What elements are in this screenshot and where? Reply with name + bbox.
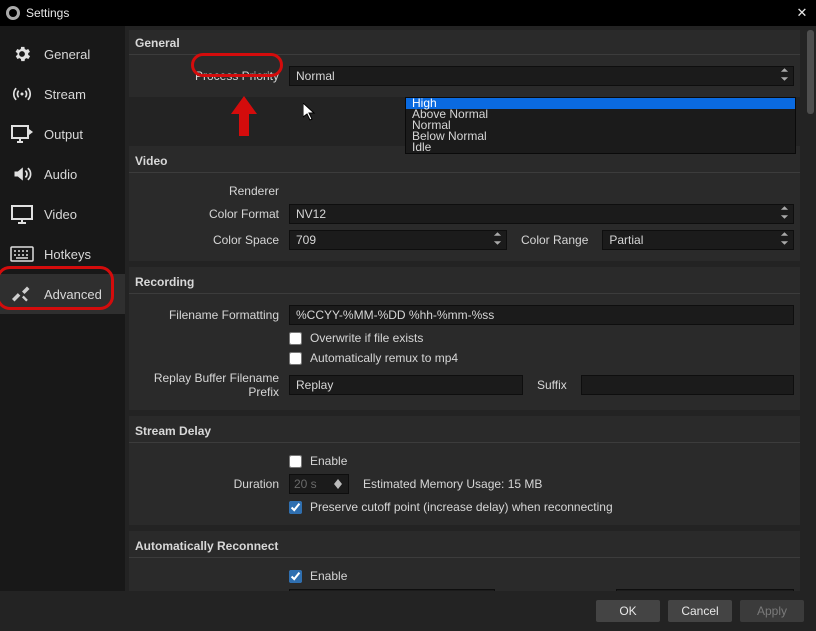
auto-remux-label: Automatically remux to mp4 [310, 351, 458, 365]
suffix-label: Suffix [529, 378, 575, 392]
color-range-combo[interactable]: Partial [602, 230, 794, 250]
sidebar-item-audio[interactable]: Audio [0, 154, 125, 194]
section-header-stream-delay: Stream Delay [129, 420, 800, 440]
stream-delay-enable-label: Enable [310, 454, 347, 468]
overwrite-checkbox[interactable] [289, 332, 302, 345]
window-title: Settings [26, 6, 69, 20]
color-range-value: Partial [609, 233, 643, 247]
monitor-arrow-icon [10, 124, 34, 144]
process-priority-value: Normal [296, 69, 335, 83]
color-range-label: Color Range [513, 233, 596, 247]
keyboard-icon [10, 244, 34, 264]
sidebar-label: General [44, 47, 90, 62]
sidebar-item-hotkeys[interactable]: Hotkeys [0, 234, 125, 274]
filename-formatting-input[interactable] [289, 305, 794, 325]
settings-scroll-area: General Process Priority Normal High Ab [125, 26, 804, 591]
speaker-icon [10, 164, 34, 184]
close-button[interactable]: ✕ [794, 5, 810, 21]
chevron-updown-icon [779, 232, 789, 249]
stream-delay-enable-checkbox[interactable] [289, 455, 302, 468]
sidebar-item-stream[interactable]: Stream [0, 74, 125, 114]
vertical-scrollbar[interactable] [804, 26, 816, 591]
preserve-cutoff-label: Preserve cutoff point (increase delay) w… [310, 500, 613, 514]
sidebar-item-output[interactable]: Output [0, 114, 125, 154]
auto-remux-checkbox[interactable] [289, 352, 302, 365]
color-space-label: Color Space [135, 233, 283, 247]
section-general: General Process Priority Normal [129, 30, 800, 97]
color-format-combo[interactable]: NV12 [289, 204, 794, 224]
titlebar: Settings ✕ [0, 0, 816, 26]
ok-button[interactable]: OK [596, 600, 660, 622]
suffix-input[interactable] [581, 375, 794, 395]
apply-button[interactable]: Apply [740, 600, 804, 622]
sidebar-label: Hotkeys [44, 247, 91, 262]
cancel-button[interactable]: Cancel [668, 600, 732, 622]
tools-icon [10, 284, 34, 304]
color-format-value: NV12 [296, 207, 326, 221]
chevron-updown-icon [779, 68, 789, 85]
color-space-value: 709 [296, 233, 316, 247]
replay-prefix-input[interactable] [289, 375, 523, 395]
preserve-cutoff-checkbox[interactable] [289, 501, 302, 514]
spin-buttons-icon[interactable] [334, 475, 346, 493]
reconnect-enable-label: Enable [310, 569, 347, 583]
sidebar-label: Output [44, 127, 83, 142]
sidebar: General Stream Output Audio [0, 26, 125, 591]
priority-option-below-normal[interactable]: Below Normal [406, 131, 795, 142]
filename-formatting-label: Filename Formatting [135, 308, 283, 322]
section-auto-reconnect: Automatically Reconnect Enable Retry Del… [129, 531, 800, 591]
duration-spin[interactable]: 20 s [289, 474, 349, 494]
color-space-combo[interactable]: 709 [289, 230, 507, 250]
annotation-arrow-icon [227, 96, 261, 141]
process-priority-combo[interactable]: Normal [289, 66, 794, 86]
section-recording: Recording Filename Formatting Overwrite … [129, 267, 800, 410]
section-stream-delay: Stream Delay Enable Duration 20 s Estima… [129, 416, 800, 525]
process-priority-label: Process Priority [135, 69, 283, 83]
replay-prefix-label: Replay Buffer Filename Prefix [135, 371, 283, 399]
spin-buttons-icon[interactable] [779, 590, 791, 591]
section-header-auto-reconnect: Automatically Reconnect [129, 535, 800, 555]
sidebar-label: Advanced [44, 287, 102, 302]
process-priority-dropdown[interactable]: High Above Normal Normal Below Normal Id… [405, 97, 796, 154]
spin-buttons-icon[interactable] [480, 590, 492, 591]
color-format-label: Color Format [135, 207, 283, 221]
monitor-icon [10, 204, 34, 224]
sidebar-label: Video [44, 207, 77, 222]
sidebar-item-video[interactable]: Video [0, 194, 125, 234]
reconnect-enable-checkbox[interactable] [289, 570, 302, 583]
dialog-footer: OK Cancel Apply [0, 591, 816, 631]
section-video: Video Renderer Color Format NV12 Color S… [129, 146, 800, 261]
duration-value: 20 s [294, 477, 317, 491]
section-header-general: General [129, 32, 800, 52]
obs-logo-icon [6, 6, 20, 20]
duration-label: Duration [135, 477, 283, 491]
renderer-label: Renderer [135, 184, 283, 198]
sidebar-label: Audio [44, 167, 77, 182]
sidebar-item-advanced[interactable]: Advanced [0, 274, 125, 314]
priority-option-idle[interactable]: Idle [406, 142, 795, 153]
mouse-cursor-icon [303, 103, 317, 126]
overwrite-label: Overwrite if file exists [310, 331, 423, 345]
gear-icon [10, 44, 34, 64]
section-header-recording: Recording [129, 271, 800, 291]
mem-usage-label: Estimated Memory Usage: 15 MB [355, 477, 550, 491]
chevron-updown-icon [492, 232, 502, 249]
retry-delay-spin[interactable]: 10 s [289, 589, 495, 591]
sidebar-label: Stream [44, 87, 86, 102]
priority-option-above-normal[interactable]: Above Normal [406, 109, 795, 120]
sidebar-item-general[interactable]: General [0, 34, 125, 74]
chevron-updown-icon [779, 206, 789, 223]
antenna-icon [10, 84, 34, 104]
max-retries-spin[interactable]: 20 [616, 589, 794, 591]
